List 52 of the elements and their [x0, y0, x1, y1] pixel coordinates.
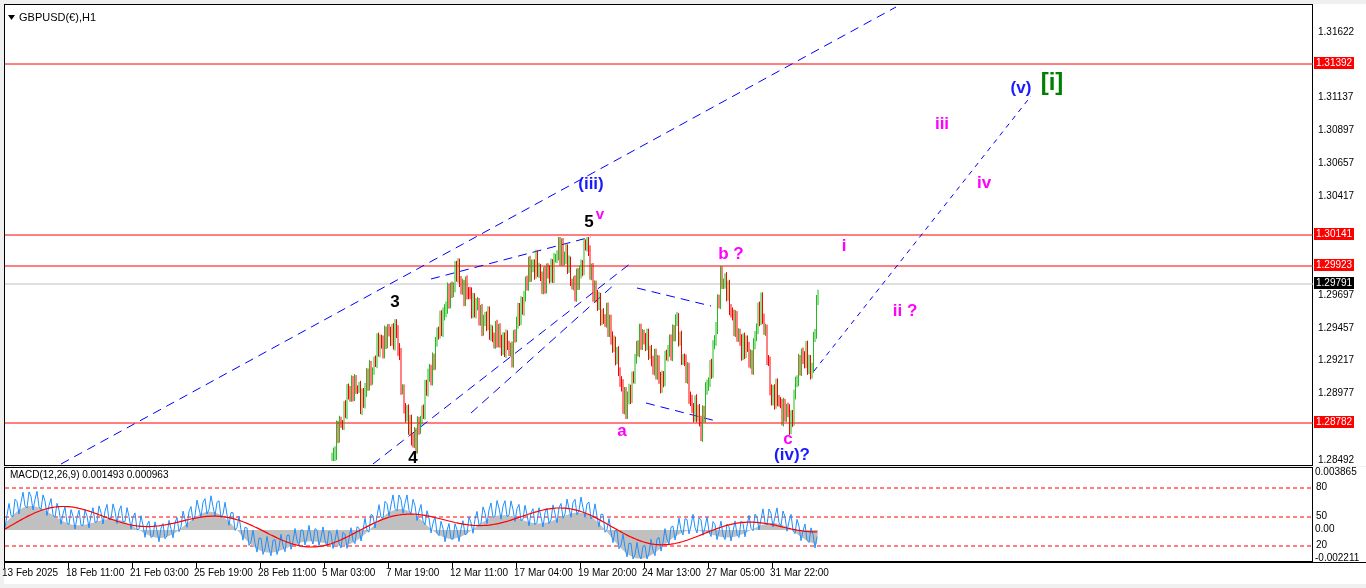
time-axis-label: 19 Mar 20:00	[578, 568, 637, 578]
axis-tick-label: 1.29457	[1318, 323, 1355, 333]
wave-label: (v)	[1010, 78, 1032, 96]
price-level-label: 1.31392	[1314, 57, 1355, 69]
wave-label: 5	[584, 212, 594, 230]
time-axis-label: 17 Mar 04:00	[514, 568, 573, 578]
price-level-label: 1.29923	[1314, 259, 1355, 271]
time-axis-label: 24 Mar 13:00	[642, 568, 701, 578]
wave-label: (iv)?	[774, 445, 810, 463]
axis-tick-label: 1.30417	[1318, 191, 1355, 201]
axis-tick-label: 1.31622	[1318, 27, 1355, 37]
wave-label: a	[617, 421, 627, 439]
time-axis-label: 28 Feb 11:00	[258, 568, 317, 578]
wave-label: [i]	[1040, 70, 1064, 94]
price-level-label: 1.30141	[1314, 228, 1355, 240]
wave-label: i	[841, 236, 847, 254]
macd-axis-label: -0.002211	[1315, 553, 1360, 563]
macd-axis-label: 0.00	[1315, 524, 1335, 534]
axis-tick-label: 1.30657	[1318, 158, 1355, 168]
time-axis-label: 13 Feb 2025	[2, 568, 59, 578]
axis-tick-label: 1.31137	[1318, 92, 1354, 102]
wave-label: c	[783, 429, 793, 447]
price-level-label: 1.29791	[1314, 277, 1355, 289]
time-axis-label: 31 Mar 22:00	[770, 568, 829, 578]
wave-label: b ?	[718, 244, 744, 262]
macd-title: MACD(12,26,9) 0.001493 0.000963	[10, 470, 169, 480]
macd-axis-label: 0.003865	[1315, 467, 1357, 477]
symbol-label: GBPUSD(€),H1	[19, 10, 97, 25]
time-axis-label: 5 Mar 03:00	[322, 568, 376, 578]
macd-axis-label: 20	[1316, 540, 1328, 550]
axis-tick-label: 1.28492	[1318, 455, 1355, 465]
wave-label: iii	[934, 114, 950, 132]
wave-label: iv	[976, 173, 992, 191]
wave-label: 4	[408, 448, 418, 466]
axis-tick-label: 1.29217	[1318, 355, 1355, 365]
price-level-label: 1.28782	[1314, 416, 1355, 428]
wave-label: (iii)	[578, 174, 604, 192]
time-axis-label: 18 Feb 11:00	[66, 568, 125, 578]
wave-label: v	[595, 205, 605, 221]
time-axis-label: 27 Mar 05:00	[706, 568, 765, 578]
axis-tick-label: 1.28977	[1318, 388, 1355, 398]
axis-tick-label: 1.30897	[1318, 125, 1355, 135]
macd-axis-label: 80	[1316, 482, 1328, 492]
macd-axis-label: 50	[1316, 511, 1328, 521]
wave-label: 3	[390, 292, 400, 310]
wave-label: ii ?	[892, 301, 918, 319]
time-axis-label: 21 Feb 03:00	[130, 568, 189, 578]
time-axis-label: 12 Mar 11:00	[450, 568, 509, 578]
axis-tick-label: 1.29697	[1318, 290, 1355, 300]
time-axis-label: 7 Mar 19:00	[386, 568, 440, 578]
caret-icon[interactable]	[8, 14, 15, 20]
time-axis-label: 25 Feb 19:00	[194, 568, 253, 578]
